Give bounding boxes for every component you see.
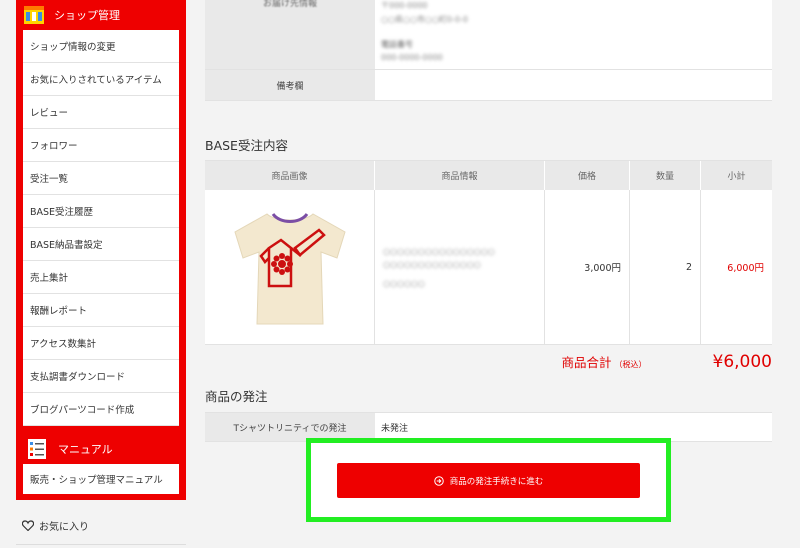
shop-icon [24, 6, 44, 24]
sidebar-item-favorited-items[interactable]: お気に入りされているアイテム [23, 63, 179, 96]
manual-icon [28, 439, 46, 459]
proceed-order-button[interactable]: 商品の発注手続きに進む [337, 463, 640, 498]
destination-row: お届け先情報 〒000-0000 ○○県○○市○○町0-0-0 電話番号 000… [205, 0, 772, 70]
col-product-image: 商品画像 [205, 161, 375, 190]
col-subtotal: 小計 [727, 172, 746, 182]
destination-line1: 〒000-0000 [381, 1, 428, 10]
favorites-label: お気に入り [39, 522, 89, 533]
table-row: ○○○○○○○○○○○○○○○○ ○○○○○○○○○○○○○○ ○○○○○○ 3… [205, 190, 772, 345]
shop-menu: ショップ情報の変更 お気に入りされているアイテム レビュー フォロワー 受注一覧… [23, 30, 179, 426]
manual-menu: 販売・ショップ管理マニュアル [23, 464, 179, 494]
order-total: 商品合計 （税込） ¥6,000 [562, 352, 773, 372]
sidebar-item-followers[interactable]: フォロワー [23, 129, 179, 162]
sidebar-item-base-invoice[interactable]: BASE納品書設定 [23, 228, 179, 261]
favorites-link[interactable]: お気に入り [22, 518, 89, 533]
destination-line2: ○○県○○市○○町0-0-0 [381, 15, 468, 24]
price-value: 3,000円 [545, 190, 630, 344]
notes-label: 備考欄 [205, 70, 375, 100]
quantity-value: 2 [630, 190, 701, 344]
shipment-status: 未発注 [381, 423, 409, 434]
manual-header: マニュアル [16, 434, 186, 464]
shipping-info-table: お届け先情報 〒000-0000 ○○県○○市○○町0-0-0 電話番号 000… [205, 0, 772, 101]
phone-label: 電話番号 [381, 40, 413, 49]
divider [16, 544, 186, 545]
shipment-provider-label: Tシャツトリニティでの発注 [205, 413, 375, 441]
shipment-title: 商品の発注 [205, 389, 268, 404]
arrow-circle-icon [433, 475, 444, 486]
product-info-line2: ○○○○○○○○○○○○○○ [383, 259, 481, 269]
notes-value [375, 70, 772, 100]
product-info-line3: ○○○○○○ [383, 278, 425, 288]
sidebar-item-blog-parts[interactable]: ブログパーツコード作成 [23, 393, 179, 426]
proceed-order-label: 商品の発注手続きに進む [449, 476, 544, 487]
sidebar-item-payment-download[interactable]: 支払調書ダウンロード [23, 360, 179, 393]
destination-value: 〒000-0000 ○○県○○市○○町0-0-0 電話番号 000-0000-0… [375, 0, 772, 69]
heart-icon [22, 520, 34, 531]
sidebar-item-sales-manual[interactable]: 販売・ショップ管理マニュアル [23, 464, 179, 494]
destination-label: お届け先情報 [205, 0, 375, 69]
col-quantity: 数量 [630, 161, 701, 190]
product-info: ○○○○○○○○○○○○○○○○ ○○○○○○○○○○○○○○ ○○○○○○ [375, 190, 545, 344]
subtotal-value: 6,000円 [727, 263, 764, 274]
total-amount: ¥6,000 [712, 352, 772, 372]
base-order-title: BASE受注内容 [205, 138, 288, 153]
phone-value: 000-0000-0000 [381, 53, 443, 62]
sidebar-item-base-orders[interactable]: BASE受注履歴 [23, 195, 179, 228]
notes-row: 備考欄 [205, 70, 772, 101]
product-info-line1: ○○○○○○○○○○○○○○○○ [383, 246, 495, 256]
col-price: 価格 [545, 161, 630, 190]
sidebar-item-orders[interactable]: 受注一覧 [23, 162, 179, 195]
col-product-info: 商品情報 [375, 161, 545, 190]
sidebar-item-shop-info[interactable]: ショップ情報の変更 [23, 30, 179, 63]
order-table-header: 商品画像 商品情報 価格 数量 小計 [205, 160, 772, 190]
shop-management-header: ショップ管理 [16, 0, 186, 30]
base-order-table: 商品画像 商品情報 価格 数量 小計 ○○○○○○○○○○○○○○○○ ○○○○… [205, 160, 772, 345]
sidebar: ショップ管理 ショップ情報の変更 お気に入りされているアイテム レビュー フォロ… [16, 0, 186, 500]
sidebar-item-sales[interactable]: 売上集計 [23, 261, 179, 294]
shop-management-title: ショップ管理 [54, 9, 120, 22]
manual-title: マニュアル [58, 443, 113, 456]
total-label: 商品合計 [561, 355, 612, 370]
sidebar-item-access[interactable]: アクセス数集計 [23, 327, 179, 360]
tshirt-image [233, 212, 346, 325]
product-image [205, 190, 375, 344]
sidebar-item-reviews[interactable]: レビュー [23, 96, 179, 129]
sidebar-item-reward-report[interactable]: 報酬レポート [23, 294, 179, 327]
total-tax-note: （税込） [614, 360, 647, 369]
